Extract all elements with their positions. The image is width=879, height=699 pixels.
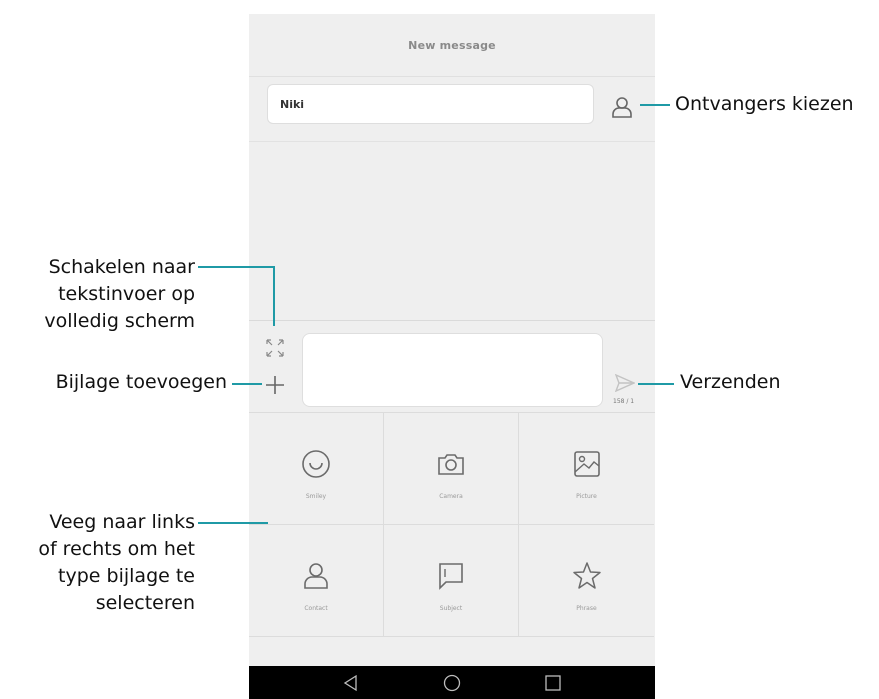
recipient-input[interactable]: Niki [267,84,594,124]
attachment-subject[interactable]: Subject [384,525,519,637]
attachment-label: Contact [304,605,328,612]
attachment-contact[interactable]: Contact [249,525,384,637]
callout-fullscreen: Schakelen naar tekstinvoer op volledig s… [44,254,195,335]
callout-swipe-line-4: selecteren [95,592,195,614]
compose-bar: 158 / 1 [249,320,655,413]
callout-fullscreen-line-3: volledig scherm [44,310,195,332]
smiley-icon [302,450,330,478]
attachment-camera[interactable]: Camera [384,413,519,525]
callout-fullscreen-line-1: Schakelen naar [48,256,195,278]
back-icon[interactable] [342,674,360,692]
contact-icon [304,563,328,589]
home-icon[interactable] [443,674,461,692]
system-navbar [249,666,655,699]
send-icon[interactable] [615,374,635,392]
recents-icon[interactable] [544,674,562,692]
fullscreen-expand-icon[interactable] [264,337,286,359]
attachment-label: Phrase [576,605,597,612]
app-header: New message [249,14,655,77]
add-attachment-icon[interactable] [264,374,286,396]
attachment-label: Picture [576,493,597,500]
callout-swipe-line-3: type bijlage te [58,565,195,587]
callout-line-fullscreen [198,266,274,268]
callout-attach: Bijlage toevoegen [55,371,227,393]
callout-recipients: Ontvangers kiezen [675,93,854,115]
callout-swipe-line-1: Veeg naar links [49,511,195,533]
subject-icon [439,563,463,590]
attachment-picture[interactable]: Picture [519,413,654,525]
callout-send: Verzenden [680,371,781,393]
callout-swipe-line-2: of rechts om het [38,538,195,560]
attachment-grid: Smiley Camera Picture Contact Subject Ph… [249,412,655,638]
page-title: New message [408,38,496,52]
recipients-row: Niki [249,77,655,142]
attachment-phrase[interactable]: Phrase [519,525,654,637]
camera-icon [438,454,464,475]
attachment-label: Subject [439,605,463,612]
callout-line-recipients [640,104,670,106]
conversation-area [249,142,655,320]
callout-line-fullscreen-vertical [273,266,275,326]
callout-fullscreen-line-2: tekstinvoer op [58,283,195,305]
message-input[interactable] [302,333,603,407]
choose-recipients-icon[interactable] [610,95,634,119]
phone-screen: New message Niki 158 / 1 Smiley Camera P… [249,14,655,699]
callout-line-attach [232,383,262,385]
phrase-icon [572,562,601,589]
callout-line-send [638,383,674,385]
attachment-label: Camera [439,493,463,500]
attachment-smiley[interactable]: Smiley [249,413,384,525]
attachment-label: Smiley [305,493,327,500]
character-counter: 158 / 1 [613,398,635,405]
callout-swipe: Veeg naar links of rechts om het type bi… [38,509,195,617]
picture-icon [573,451,600,477]
callout-line-swipe [198,522,268,524]
